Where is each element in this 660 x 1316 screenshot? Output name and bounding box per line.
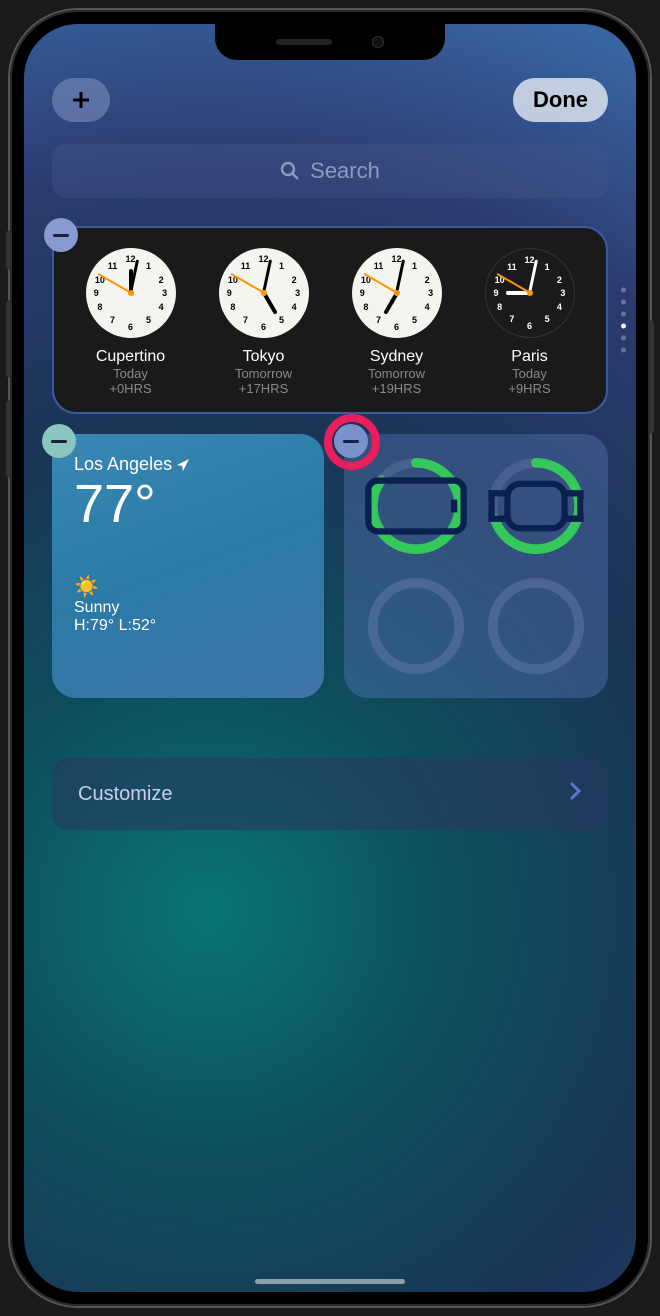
phone-frame: Done Search 121234567891011CupertinoToda…: [10, 10, 650, 1306]
clock-item: 121234567891011 ParisToday+9HRS: [467, 248, 592, 396]
city-offset: +9HRS: [467, 381, 592, 396]
clock-face: 121234567891011: [485, 248, 575, 338]
search-placeholder: Search: [310, 158, 380, 184]
clock-face: 121234567891011: [352, 248, 442, 338]
batteries-widget[interactable]: [344, 434, 608, 698]
weather-condition: Sunny: [74, 599, 302, 617]
city-name: Paris: [467, 348, 592, 366]
city-offset: +0HRS: [68, 381, 193, 396]
clock-item: 121234567891011 TokyoTomorrow+17HRS: [201, 248, 326, 396]
city-name: Tokyo: [201, 348, 326, 366]
search-icon: [280, 161, 300, 181]
battery-ring: [362, 572, 470, 680]
weather-temperature: 77°: [74, 475, 302, 534]
plus-icon: [70, 89, 92, 111]
chevron-right-icon: [570, 782, 582, 806]
city-day: Today: [68, 366, 193, 381]
search-input[interactable]: Search: [52, 144, 608, 198]
city-offset: +17HRS: [201, 381, 326, 396]
page-indicator: [621, 288, 626, 353]
clock-face: 121234567891011: [86, 248, 176, 338]
world-clock-widget[interactable]: 121234567891011CupertinoToday+0HRS121234…: [52, 226, 608, 414]
customize-button[interactable]: Customize: [52, 758, 608, 830]
home-indicator[interactable]: [255, 1279, 405, 1284]
minus-icon: [51, 440, 67, 443]
clock-item: 121234567891011 SydneyTomorrow+19HRS: [334, 248, 459, 396]
location-arrow-icon: [176, 458, 190, 472]
city-day: Today: [467, 366, 592, 381]
battery-ring: [482, 452, 590, 560]
weather-hilo: H:79° L:52°: [74, 617, 302, 635]
add-widget-button[interactable]: [52, 78, 110, 122]
battery-ring: [362, 452, 470, 560]
city-offset: +19HRS: [334, 381, 459, 396]
weather-widget[interactable]: Los Angeles 77° ☀️ Sunny H:79° L:52°: [52, 434, 324, 698]
weather-condition-icon: ☀️: [74, 574, 302, 599]
remove-batteries-button[interactable]: [334, 424, 368, 458]
clock-face: 121234567891011: [219, 248, 309, 338]
notch: [215, 24, 445, 60]
minus-icon: [343, 440, 359, 443]
city-name: Sydney: [334, 348, 459, 366]
customize-label: Customize: [78, 783, 172, 806]
city-day: Tomorrow: [334, 366, 459, 381]
screen: Done Search 121234567891011CupertinoToda…: [24, 24, 636, 1292]
clock-item: 121234567891011 CupertinoToday+0HRS: [68, 248, 193, 396]
remove-world-clock-button[interactable]: [44, 218, 78, 252]
city-day: Tomorrow: [201, 366, 326, 381]
minus-icon: [53, 234, 69, 237]
city-name: Cupertino: [68, 348, 193, 366]
done-button[interactable]: Done: [513, 78, 608, 122]
weather-location: Los Angeles: [74, 454, 302, 475]
battery-ring: [482, 572, 590, 680]
remove-weather-button[interactable]: [42, 424, 76, 458]
